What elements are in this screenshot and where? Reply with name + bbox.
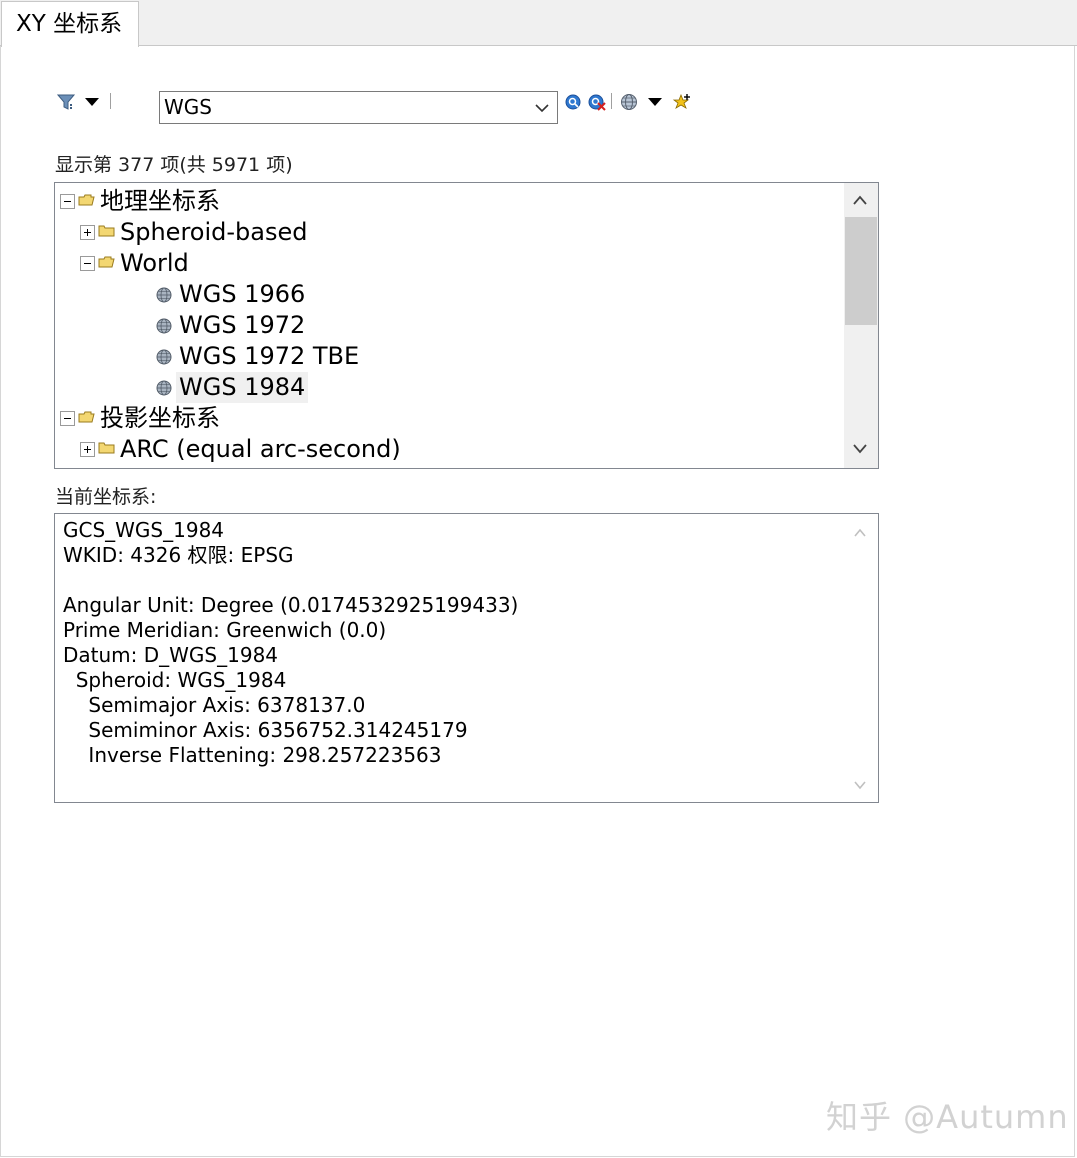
- folder-icon: [78, 411, 95, 423]
- details-line: Semiminor Axis: 6356752.314245179: [63, 718, 468, 742]
- tree-row[interactable]: ARC (equal arc-second): [80, 434, 835, 465]
- details-line: Angular Unit: Degree (0.0174532925199433…: [63, 593, 519, 617]
- globe-icon: [156, 380, 172, 396]
- details-line: Datum: D_WGS_1984: [63, 643, 279, 667]
- globe-icon: [156, 287, 172, 303]
- chevron-down-icon[interactable]: [535, 101, 549, 115]
- details-line: Spheroid: WGS_1984: [63, 668, 287, 692]
- details-line: Prime Meridian: Greenwich (0.0): [63, 618, 387, 642]
- details-line: Semimajor Axis: 6378137.0: [63, 693, 366, 717]
- collapse-icon[interactable]: [60, 194, 75, 209]
- tree-row-label: WGS 1984: [176, 372, 309, 403]
- expand-icon[interactable]: [80, 442, 95, 457]
- add-favorite-icon[interactable]: [672, 92, 692, 111]
- tree-row[interactable]: WGS 1972: [100, 310, 835, 341]
- filter-dropdown-arrow-icon[interactable]: [84, 97, 100, 107]
- tree-row[interactable]: 地理坐标系: [60, 186, 835, 217]
- tree-row-label: World: [120, 249, 189, 277]
- tab-xy-coordinate-system[interactable]: XY 坐标系: [1, 1, 139, 47]
- collapse-icon[interactable]: [80, 256, 95, 271]
- search-icon[interactable]: [565, 94, 582, 111]
- globe-icon: [156, 318, 172, 334]
- details-line: WKID: 4326 权限: EPSG: [63, 543, 294, 567]
- folder-icon: [98, 225, 115, 237]
- tree-scrollbar[interactable]: [844, 183, 878, 468]
- details-scrollbar[interactable]: [844, 514, 878, 802]
- tree-row-label: 投影坐标系: [100, 404, 220, 432]
- tree-row-label: 地理坐标系: [100, 187, 220, 215]
- watermark: 知乎 @Autumn: [826, 1098, 1069, 1136]
- tree-row-label: WGS 1972 TBE: [179, 342, 360, 370]
- toolbar-separator: [110, 93, 111, 109]
- tree-row[interactable]: WGS 1984: [100, 372, 835, 403]
- tree-row-label: ARC (equal arc-second): [120, 435, 401, 463]
- globe-icon[interactable]: [620, 93, 638, 111]
- scroll-up-icon[interactable]: [852, 194, 868, 206]
- tree-row[interactable]: WGS 1966: [100, 279, 835, 310]
- details-line: [63, 568, 518, 593]
- tree-row[interactable]: Spheroid-based: [80, 217, 835, 248]
- search-combo[interactable]: WGS: [159, 91, 558, 124]
- scroll-down-icon[interactable]: [853, 780, 867, 790]
- expand-icon[interactable]: [80, 225, 95, 240]
- search-input[interactable]: WGS: [164, 92, 212, 123]
- details-line: GCS_WGS_1984: [63, 518, 225, 542]
- tab-strip: XY 坐标系: [0, 0, 1077, 47]
- toolbar-separator: [611, 93, 612, 109]
- details-line: Inverse Flattening: 298.257223563: [63, 743, 442, 767]
- globe-icon: [156, 349, 172, 365]
- folder-icon: [98, 256, 115, 268]
- coordinate-system-tree[interactable]: 地理坐标系 Spheroid-based World WGS 1966 WGS 1972…: [54, 182, 879, 469]
- collapse-icon[interactable]: [60, 411, 75, 426]
- filter-icon[interactable]: [57, 93, 77, 111]
- tree-row[interactable]: 投影坐标系: [60, 403, 835, 434]
- tree-row[interactable]: WGS 1972 TBE: [100, 341, 835, 372]
- tree-row[interactable]: World: [80, 248, 835, 279]
- dropdown-arrow-icon[interactable]: [647, 97, 663, 107]
- current-coordinate-system-label: 当前坐标系:: [55, 486, 157, 508]
- clear-search-icon[interactable]: [588, 94, 606, 111]
- tree-row-label: Spheroid-based: [120, 218, 308, 246]
- tree-row-label: WGS 1972: [179, 311, 306, 339]
- scroll-up-icon[interactable]: [853, 528, 867, 538]
- current-coordinate-system-details[interactable]: GCS_WGS_1984 WKID: 4326 权限: EPSG Angular U…: [54, 513, 879, 803]
- scroll-thumb[interactable]: [845, 217, 877, 325]
- folder-icon: [78, 194, 95, 206]
- result-count-label: 显示第 377 项(共 5971 项): [55, 154, 293, 176]
- tree-row-label: WGS 1966: [179, 280, 306, 308]
- scroll-down-icon[interactable]: [852, 443, 868, 455]
- folder-icon: [98, 442, 115, 454]
